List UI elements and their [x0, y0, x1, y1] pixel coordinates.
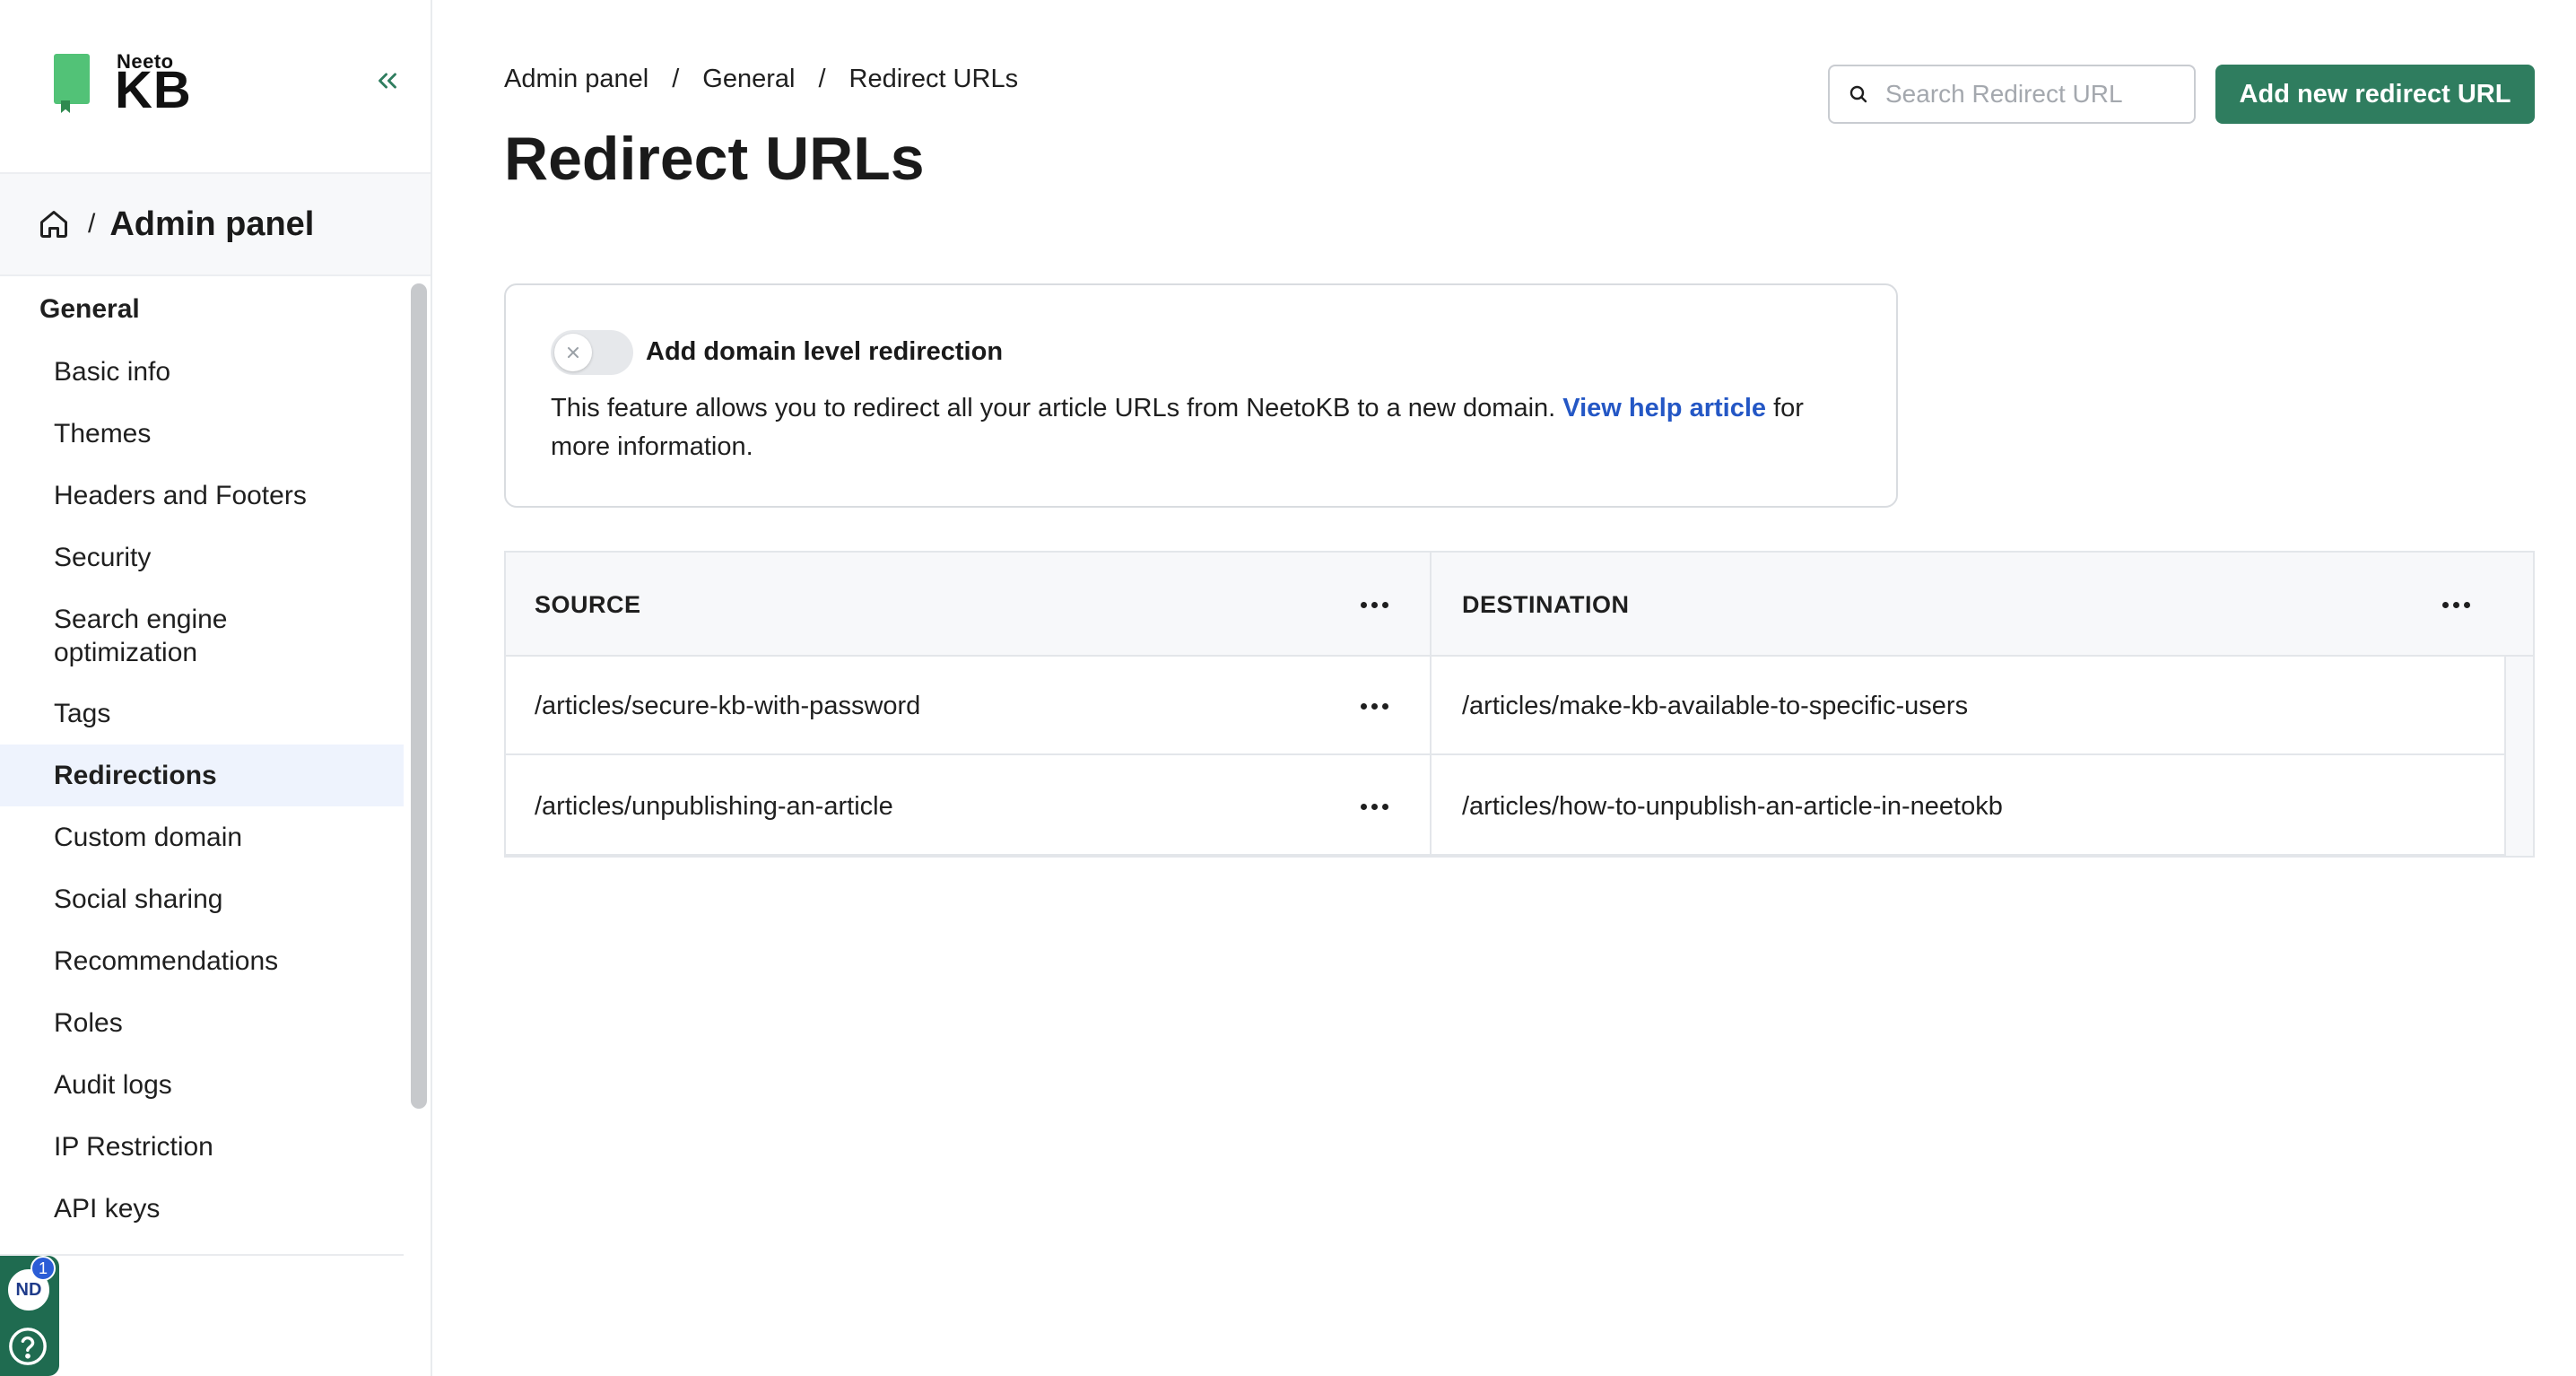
sidebar-scrollbar[interactable] — [411, 283, 427, 1109]
table-scroll-gutter — [2504, 657, 2533, 856]
add-redirect-url-button[interactable]: Add new redirect URL — [2215, 65, 2535, 124]
sidebar-group-general[interactable]: General — [0, 278, 404, 341]
sidebar-item-redirections[interactable]: Redirections — [0, 745, 404, 806]
source-column-menu-button[interactable] — [1353, 587, 1396, 623]
floating-action-dock: ND 1 — [0, 1256, 59, 1376]
breadcrumb-separator: / — [818, 65, 826, 93]
sidebar-item-themes[interactable]: Themes — [0, 403, 404, 465]
destination-cell: /articles/make-kb-available-to-specific-… — [1462, 691, 1969, 720]
row-actions-button[interactable] — [1353, 788, 1396, 824]
table-header: SOURCE DESTINATION — [506, 553, 2533, 657]
chevrons-left-icon — [379, 73, 396, 89]
sidebar-item-audit-logs[interactable]: Audit logs — [0, 1054, 404, 1116]
breadcrumb-separator: / — [672, 65, 680, 93]
sidebar-item-roles[interactable]: Roles — [0, 992, 404, 1054]
sidebar-item-custom-domain[interactable]: Custom domain — [0, 806, 404, 868]
page-title: Redirect URLs — [504, 125, 925, 193]
sidebar-item-label: Social sharing — [54, 884, 223, 914]
sidebar-item-label: Themes — [54, 418, 152, 449]
sidebar-item-label: Custom domain — [54, 822, 243, 852]
column-header-destination: DESTINATION — [1462, 590, 1630, 618]
search-input[interactable] — [1885, 80, 2190, 109]
sidebar-item-label: Basic info — [54, 356, 171, 387]
column-header-source: SOURCE — [535, 590, 641, 618]
breadcrumb-item-admin-panel[interactable]: Admin panel — [504, 65, 648, 94]
more-horizontal-icon — [1360, 702, 1367, 710]
sidebar-item-tags[interactable]: Tags — [0, 683, 404, 745]
table-row[interactable]: /articles/secure-kb-with-password /artic… — [506, 657, 2504, 755]
notification-badge: 1 — [30, 1256, 56, 1281]
brand-name-big: KB — [115, 61, 192, 119]
sidebar-item-label: Security — [54, 542, 152, 572]
domain-redirection-description: This feature allows you to redirect all … — [551, 389, 1860, 466]
home-icon[interactable] — [38, 207, 72, 241]
sidebar-item-ip-restriction[interactable]: IP Restriction — [0, 1116, 404, 1178]
search-icon — [1849, 85, 1867, 103]
sidebar-item-basic-info[interactable]: Basic info — [0, 341, 404, 403]
sidebar-nav: General Basic info Themes Headers and Fo… — [0, 278, 404, 1274]
sidebar-item-label: API keys — [54, 1193, 161, 1224]
sidebar-item-recommendations[interactable]: Recommendations — [0, 930, 404, 992]
destination-column-menu-button[interactable] — [2434, 587, 2477, 623]
sidebar-divider — [0, 1254, 404, 1256]
breadcrumb: Admin panel / General / Redirect URLs — [504, 65, 1018, 94]
sidebar-item-label: Headers and Footers — [54, 480, 307, 510]
view-help-article-link[interactable]: View help article — [1562, 394, 1766, 422]
sidebar-item-security[interactable]: Security — [0, 527, 404, 588]
sidebar-item-label: IP Restriction — [54, 1131, 213, 1162]
source-cell: /articles/unpublishing-an-article — [535, 791, 893, 821]
more-horizontal-icon — [1360, 803, 1367, 810]
notification-count: 1 — [38, 1258, 48, 1277]
more-horizontal-icon — [2441, 601, 2449, 608]
book-logo-icon — [54, 54, 90, 104]
destination-cell: /articles/how-to-unpublish-an-article-in… — [1462, 791, 2003, 821]
x-icon — [568, 347, 579, 358]
sidebar-title: Admin panel — [109, 205, 315, 243]
domain-redirection-toggle[interactable] — [551, 330, 633, 375]
table-row[interactable]: /articles/unpublishing-an-article /artic… — [506, 757, 2504, 856]
more-horizontal-icon — [1360, 601, 1367, 608]
sidebar-item-seo[interactable]: Search engine optimization — [0, 588, 404, 683]
sidebar-breadcrumb: / Admin panel — [0, 172, 431, 276]
app-logo[interactable]: Neeto KB — [50, 48, 194, 120]
row-actions-button[interactable] — [1353, 688, 1396, 724]
sidebar-item-label: Search engine optimization — [54, 604, 228, 667]
domain-redirection-title: Add domain level redirection — [646, 337, 1004, 366]
sidebar-item-label: Redirections — [54, 760, 217, 790]
sidebar-item-label: Roles — [54, 1007, 123, 1038]
breadcrumb-item-general[interactable]: General — [702, 65, 795, 94]
sidebar-item-api-keys[interactable]: API keys — [0, 1178, 404, 1240]
toggle-knob — [554, 334, 592, 371]
domain-redirection-card: Add domain level redirection This featur… — [504, 283, 1898, 508]
sidebar: Neeto KB / Admin panel General Basic inf… — [0, 0, 432, 1376]
sidebar-item-social-sharing[interactable]: Social sharing — [0, 868, 404, 930]
redirects-table: SOURCE DESTINATION /articles/secure-kb-w… — [504, 551, 2535, 858]
collapse-sidebar-button[interactable] — [370, 63, 405, 99]
sidebar-breadcrumb-separator: / — [88, 209, 96, 239]
sidebar-item-label: Tags — [54, 698, 111, 728]
description-text-before: This feature allows you to redirect all … — [551, 394, 1563, 422]
sidebar-item-label: Audit logs — [54, 1069, 172, 1100]
breadcrumb-item-redirect-urls: Redirect URLs — [849, 65, 1019, 93]
column-divider — [1430, 553, 1432, 856]
source-cell: /articles/secure-kb-with-password — [535, 691, 921, 720]
sidebar-item-label: Recommendations — [54, 945, 279, 976]
search-box[interactable] — [1828, 65, 2196, 124]
help-circle-icon[interactable] — [7, 1326, 48, 1367]
avatar-initials: ND — [15, 1279, 42, 1300]
sidebar-item-headers-footers[interactable]: Headers and Footers — [0, 465, 404, 527]
